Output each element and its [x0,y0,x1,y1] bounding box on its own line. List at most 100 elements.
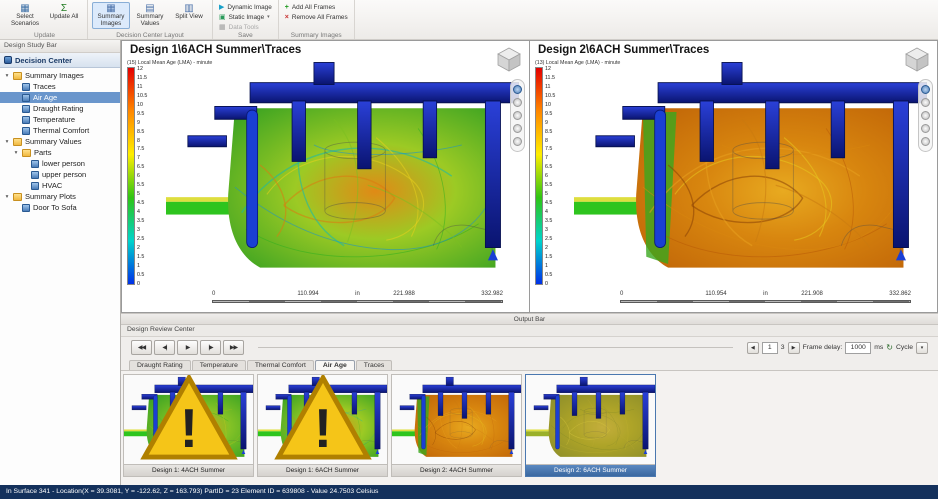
tree-item-draught-rating[interactable]: Draught Rating [0,103,120,114]
thumbnail-design-1-4ach-summer[interactable]: ! Design 1: 4ACH Summer [123,374,254,477]
playback-controls: ◀◀◀|▶|▶▶▶ [131,340,244,355]
orbit-tool-icon[interactable] [921,85,930,94]
legend-tick: 5 [545,192,555,197]
frame-controls: ◀ 1 3 ▶ Frame delay: 1000 ms ↻ Cycle ▾ [747,342,928,354]
pan-tool-icon[interactable] [921,98,930,107]
scale-ruler [212,300,503,303]
frame-delay-input[interactable]: 1000 [845,342,871,354]
review-tab-temperature[interactable]: Temperature [192,360,246,370]
review-tab-draught-rating[interactable]: Draught Rating [129,360,191,370]
legend-tick: 1 [137,264,147,269]
ribbon-button-dynamic-image[interactable]: ▶Dynamic Image [217,3,274,11]
ribbon-button-static-image[interactable]: ▣Static Image▾ [217,13,274,21]
tree-item-temperature[interactable]: Temperature [0,114,120,125]
design-review-center: Design Review Center ◀◀◀|▶|▶▶▶ ◀ 1 3 ▶ F… [121,325,938,485]
legend-tick: 5.5 [545,183,555,188]
scale-bar: 0110.954in221.908332.862 [620,291,911,307]
thumbnail-strip: ! Design 1: 4ACH Summer ! Design 1: 6ACH… [121,371,938,485]
legend-tick: 8.5 [137,130,147,135]
tree-item-upper-person[interactable]: upper person [0,169,120,180]
svg-text:!: ! [179,398,197,459]
tree-item-label: HVAC [42,181,62,190]
thumbnail-design-1-6ach-summer[interactable]: ! Design 1: 6ACH Summer [257,374,388,477]
step-forward-button[interactable]: |▶ [200,340,221,355]
frame-total: 3 [781,344,785,351]
legend-tick: 7 [545,156,555,161]
expander-icon[interactable]: ▾ [4,139,10,145]
ribbon-button-label: Dynamic Image [227,4,271,11]
thumbnail-image [392,375,521,464]
settings-tool-icon[interactable] [513,137,522,146]
home-tool-icon[interactable] [921,124,930,133]
ribbon-button-select-scenarios[interactable]: ▦Select Scenarios [6,2,44,29]
next-frame-button[interactable]: ▶ [788,342,800,354]
cfd-view[interactable] [574,57,927,286]
ribbon-button-split-view[interactable]: ▥Split View [170,2,208,29]
tree-item-label: Summary Images [25,71,84,80]
tree-item-air-age[interactable]: Air Age [0,92,120,103]
legend-tick: 10 [137,103,147,108]
expander-icon[interactable]: ▾ [4,73,10,79]
thumbnail-design-2-6ach-summer[interactable]: Design 2: 6ACH Summer [525,374,656,477]
item-icon [31,182,39,190]
tree-item-parts[interactable]: ▾ Parts [0,147,120,158]
pan-tool-icon[interactable] [513,98,522,107]
ribbon-button-summary-values[interactable]: ▤Summary Values [131,2,169,29]
review-tab-traces[interactable]: Traces [356,360,393,370]
ribbon-button-remove-all-frames[interactable]: ×Remove All Frames [283,13,350,21]
orbit-tool-icon[interactable] [513,85,522,94]
zoom-tool-icon[interactable] [921,111,930,120]
legend-tick: 3 [545,228,555,233]
tree-item-summary-images[interactable]: ▾ Summary Images [0,70,120,81]
legend-tick: 9.5 [545,112,555,117]
ribbon-group-label: Save [213,32,278,39]
ribbon-button-label: Data Tools [229,24,259,31]
review-tab-air-age[interactable]: Air Age [315,360,355,370]
home-tool-icon[interactable] [513,124,522,133]
tree-item-lower-person[interactable]: lower person [0,158,120,169]
tree-item-thermal-comfort[interactable]: Thermal Comfort [0,125,120,136]
expander-icon[interactable]: ▾ [13,150,19,156]
zoom-tool-icon[interactable] [513,111,522,120]
timeline-track[interactable] [258,347,733,348]
view-cube[interactable] [496,46,522,72]
expander-icon[interactable]: ▾ [4,194,10,200]
viewport-1[interactable]: Design 1\6ACH Summer\Traces (15) Local M… [121,40,530,313]
viewport-container: Design 1\6ACH Summer\Traces (15) Local M… [121,40,938,313]
prev-frame-button[interactable]: ◀ [747,342,759,354]
settings-tool-icon[interactable] [921,137,930,146]
ribbon-group-decision-center-layout-1: ▦Summary Images▤Summary Values▥Split Vie… [88,0,213,39]
frame-current-input[interactable]: 1 [762,342,778,354]
ribbon-button-update-all[interactable]: ΣUpdate All [45,2,83,29]
content-area: Design Study Bar Decision Center ▾ Summa… [0,40,938,485]
ribbon-button-summary-images[interactable]: ▦Summary Images [92,2,130,29]
cycle-dropdown[interactable]: ▾ [916,342,928,354]
skip-start-button[interactable]: ◀◀ [131,340,152,355]
tree-item-label: Summary Plots [25,192,76,201]
legend-tick: 4 [137,210,147,215]
tree-item-summary-values[interactable]: ▾ Summary Values [0,136,120,147]
decision-center-header[interactable]: Decision Center [0,53,120,68]
color-legend: (15) Local Mean Age (LMA) - minute 1211.… [127,60,212,287]
cfd-view[interactable] [166,57,519,286]
output-bar[interactable]: Output Bar [121,313,938,325]
view-cube[interactable] [904,46,930,72]
legend-tick: 12 [137,67,147,72]
tree-item-label: Door To Sofa [33,203,77,212]
scale-label: 110.954 [705,291,726,297]
ribbon-button-add-all-frames[interactable]: +Add All Frames [283,3,350,11]
legend-tick: 6.5 [545,165,555,170]
legend-tick: 3 [137,228,147,233]
tree-item-traces[interactable]: Traces [0,81,120,92]
legend-tick: 0.5 [545,273,555,278]
play-button[interactable]: ▶ [177,340,198,355]
thumbnail-design-2-4ach-summer[interactable]: Design 2: 4ACH Summer [391,374,522,477]
viewport-2[interactable]: Design 2\6ACH Summer\Traces (13) Local M… [530,40,938,313]
step-back-button[interactable]: ◀| [154,340,175,355]
tree-item-door-to-sofa[interactable]: Door To Sofa [0,202,120,213]
tree-item-summary-plots[interactable]: ▾ Summary Plots [0,191,120,202]
legend-tick: 7.5 [545,147,555,152]
tree-item-hvac[interactable]: HVAC [0,180,120,191]
review-tab-thermal-comfort[interactable]: Thermal Comfort [247,360,314,370]
skip-end-button[interactable]: ▶▶ [223,340,244,355]
